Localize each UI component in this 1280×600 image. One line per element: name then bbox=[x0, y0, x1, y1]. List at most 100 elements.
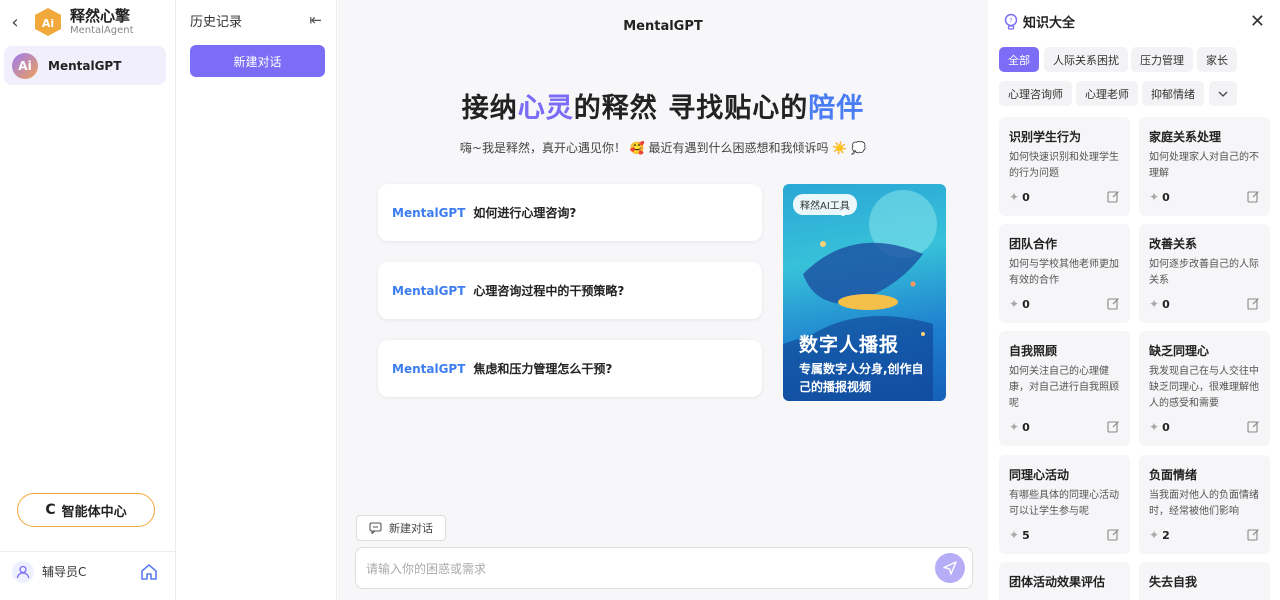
send-button[interactable] bbox=[935, 553, 965, 583]
card-footer: ✦ 0 bbox=[1009, 297, 1030, 311]
edit-icon[interactable] bbox=[1247, 420, 1260, 433]
suggested-question-1[interactable]: MentalGPT 如何进行心理咨询? bbox=[378, 184, 762, 241]
chip-counselor[interactable]: 心理咨询师 bbox=[999, 81, 1072, 106]
question-text: 心理咨询过程中的干预策略? bbox=[473, 284, 625, 298]
suggested-question-2[interactable]: MentalGPT 心理咨询过程中的干预策略? bbox=[378, 262, 762, 319]
greeting-text: 嗨~我是释然，真开心遇见你！ 🥰 最近有遇到什么困惑想和我倾诉吗 ☀️ 💭 bbox=[459, 141, 867, 155]
knowledge-card[interactable]: 同理心活动 有哪些具体的同理心活动可以让学生参与呢 ✦ 5 bbox=[999, 455, 1130, 554]
promo-card-digital-human[interactable]: 释然AI工具 数字人播报 专属数字人分身,创作自己的播报视频 bbox=[783, 184, 946, 401]
card-desc: 如何处理家人对自己的不理解 bbox=[1149, 152, 1259, 179]
knowledge-card[interactable]: 失去自我 bbox=[1139, 562, 1270, 600]
card-desc: 如何与学校其他老师更加有效的合作 bbox=[1009, 259, 1119, 286]
knowledge-card[interactable]: 改善关系 如何逐步改善自己的人际关系 ✦ 0 bbox=[1139, 224, 1270, 323]
card-desc: 如何逐步改善自己的人际关系 bbox=[1149, 259, 1259, 286]
card-count: 0 bbox=[1022, 297, 1030, 311]
knowledge-card[interactable]: 团体活动效果评估 bbox=[999, 562, 1130, 600]
agent-center-label: 智能体中心 bbox=[61, 504, 127, 520]
chevron-down-icon bbox=[1218, 91, 1228, 97]
card-desc: 有哪些具体的同理心活动可以让学生参与呢 bbox=[1009, 490, 1119, 517]
new-chat-button[interactable]: 新建对话 bbox=[190, 45, 325, 77]
brand-logo-icon: Ai bbox=[35, 8, 61, 36]
hero-highlight-2: 陪伴 bbox=[808, 93, 865, 124]
edit-icon[interactable] bbox=[1247, 528, 1260, 541]
edit-icon[interactable] bbox=[1107, 297, 1120, 310]
agent-item-mentalgpt[interactable]: Ai MentalGPT bbox=[4, 46, 166, 85]
card-title: 识别学生行为 bbox=[1009, 130, 1082, 144]
page-title: MentalGPT bbox=[623, 19, 703, 34]
agent-avatar: Ai bbox=[12, 52, 38, 79]
knowledge-header: ? 知识大全 bbox=[1003, 12, 1075, 31]
knowledge-panel: ? 知识大全 ✕ 全部 人际关系困扰 压力管理 家长 心理咨询师 心理老师 抑郁… bbox=[989, 0, 1280, 600]
card-footer: ✦ 0 bbox=[1149, 297, 1170, 311]
knowledge-card[interactable]: 团队合作 如何与学校其他老师更加有效的合作 ✦ 0 bbox=[999, 224, 1130, 323]
lightbulb-icon: ? bbox=[1004, 13, 1018, 30]
knowledge-card[interactable]: 自我照顾 如何关注自己的心理健康，对自己进行自我照顾呢 ✦ 0 bbox=[999, 331, 1130, 446]
question-brand: MentalGPT bbox=[392, 283, 466, 298]
card-desc: 如何快速识别和处理学生的行为问题 bbox=[1009, 152, 1119, 179]
chip-psych-teacher[interactable]: 心理老师 bbox=[1076, 81, 1138, 106]
card-title: 家庭关系处理 bbox=[1149, 130, 1222, 144]
chip-stress[interactable]: 压力管理 bbox=[1131, 47, 1193, 72]
card-title: 团队合作 bbox=[1009, 237, 1058, 251]
send-icon bbox=[943, 561, 957, 575]
card-title: 失去自我 bbox=[1149, 575, 1198, 589]
knowledge-card[interactable]: 负面情绪 当我面对他人的负面情绪时，经常被他们影响 ✦ 2 bbox=[1139, 455, 1270, 554]
user-name: 辅导员C bbox=[42, 565, 87, 579]
home-icon[interactable] bbox=[140, 563, 158, 581]
knowledge-card[interactable]: 家庭关系处理 如何处理家人对自己的不理解 ✦ 0 bbox=[1139, 117, 1270, 216]
card-count: 0 bbox=[1162, 297, 1170, 311]
hero-highlight-1: 心灵 bbox=[517, 93, 574, 124]
brand-header: ‹ Ai 释然心擎 MentalAgent bbox=[0, 0, 175, 44]
edit-icon[interactable] bbox=[1107, 420, 1120, 433]
sparkle-icon: ✦ bbox=[1009, 190, 1020, 204]
edit-icon[interactable] bbox=[1247, 190, 1260, 203]
card-count: 0 bbox=[1162, 420, 1170, 434]
message-input[interactable] bbox=[366, 558, 926, 580]
sparkle-icon: ✦ bbox=[1149, 420, 1160, 434]
card-count: 0 bbox=[1022, 190, 1030, 204]
collapse-panel-icon[interactable]: ⇤ bbox=[309, 11, 322, 29]
sparkle-icon: ✦ bbox=[1009, 528, 1020, 542]
close-icon[interactable]: ✕ bbox=[1250, 11, 1265, 32]
card-title: 改善关系 bbox=[1149, 237, 1198, 251]
hero-part-1: 接纳 bbox=[461, 93, 518, 124]
chip-all[interactable]: 全部 bbox=[999, 47, 1039, 72]
back-arrow-icon[interactable]: ‹ bbox=[6, 12, 24, 33]
agent-name: MentalGPT bbox=[48, 58, 122, 73]
brand-logo-text: Ai bbox=[42, 17, 54, 30]
sparkle-icon: ✦ bbox=[1149, 190, 1160, 204]
new-chat-tool-button[interactable]: 新建对话 bbox=[356, 515, 446, 541]
agent-center-button[interactable]: C 智能体中心 bbox=[17, 493, 155, 527]
question-brand: MentalGPT bbox=[392, 205, 466, 220]
history-panel: 历史记录 ⇤ 新建对话 bbox=[177, 0, 337, 600]
sparkle-icon: ✦ bbox=[1149, 297, 1160, 311]
edit-icon[interactable] bbox=[1247, 297, 1260, 310]
svg-text:?: ? bbox=[1009, 17, 1012, 24]
card-title: 同理心活动 bbox=[1009, 468, 1070, 482]
question-text: 焦虑和压力管理怎么干预? bbox=[473, 362, 613, 376]
card-title: 负面情绪 bbox=[1149, 468, 1198, 482]
suggested-question-3[interactable]: MentalGPT 焦虑和压力管理怎么干预? bbox=[378, 340, 762, 397]
card-footer: ✦ 5 bbox=[1009, 528, 1030, 542]
chip-depression[interactable]: 抑郁情绪 bbox=[1142, 81, 1204, 106]
knowledge-card[interactable]: 识别学生行为 如何快速识别和处理学生的行为问题 ✦ 0 bbox=[999, 117, 1130, 216]
card-count: 5 bbox=[1022, 528, 1030, 542]
card-footer: ✦ 0 bbox=[1149, 190, 1170, 204]
chip-interpersonal[interactable]: 人际关系困扰 bbox=[1044, 47, 1128, 72]
message-input-box bbox=[355, 547, 973, 589]
edit-icon[interactable] bbox=[1107, 528, 1120, 541]
question-text: 如何进行心理咨询? bbox=[473, 206, 577, 220]
knowledge-card[interactable]: 缺乏同理心 我发现自己在与人交往中缺乏同理心，很难理解他人的感受和需要 ✦ 0 bbox=[1139, 331, 1270, 446]
knowledge-title: 知识大全 bbox=[1023, 16, 1076, 31]
edit-icon[interactable] bbox=[1107, 190, 1120, 203]
chip-parents[interactable]: 家长 bbox=[1197, 47, 1237, 72]
hero-part-2: 的释然 寻找贴心的 bbox=[573, 93, 809, 124]
card-count: 0 bbox=[1022, 420, 1030, 434]
promo-subtitle: 专属数字人分身,创作自己的播报视频 bbox=[799, 362, 924, 394]
user-avatar-icon[interactable] bbox=[12, 560, 34, 583]
card-count: 0 bbox=[1162, 190, 1170, 204]
promo-title: 数字人播报 bbox=[799, 334, 900, 356]
sparkle-icon: ✦ bbox=[1009, 297, 1020, 311]
chips-expand-button[interactable] bbox=[1209, 81, 1237, 106]
agent-center-icon: C bbox=[45, 502, 56, 518]
